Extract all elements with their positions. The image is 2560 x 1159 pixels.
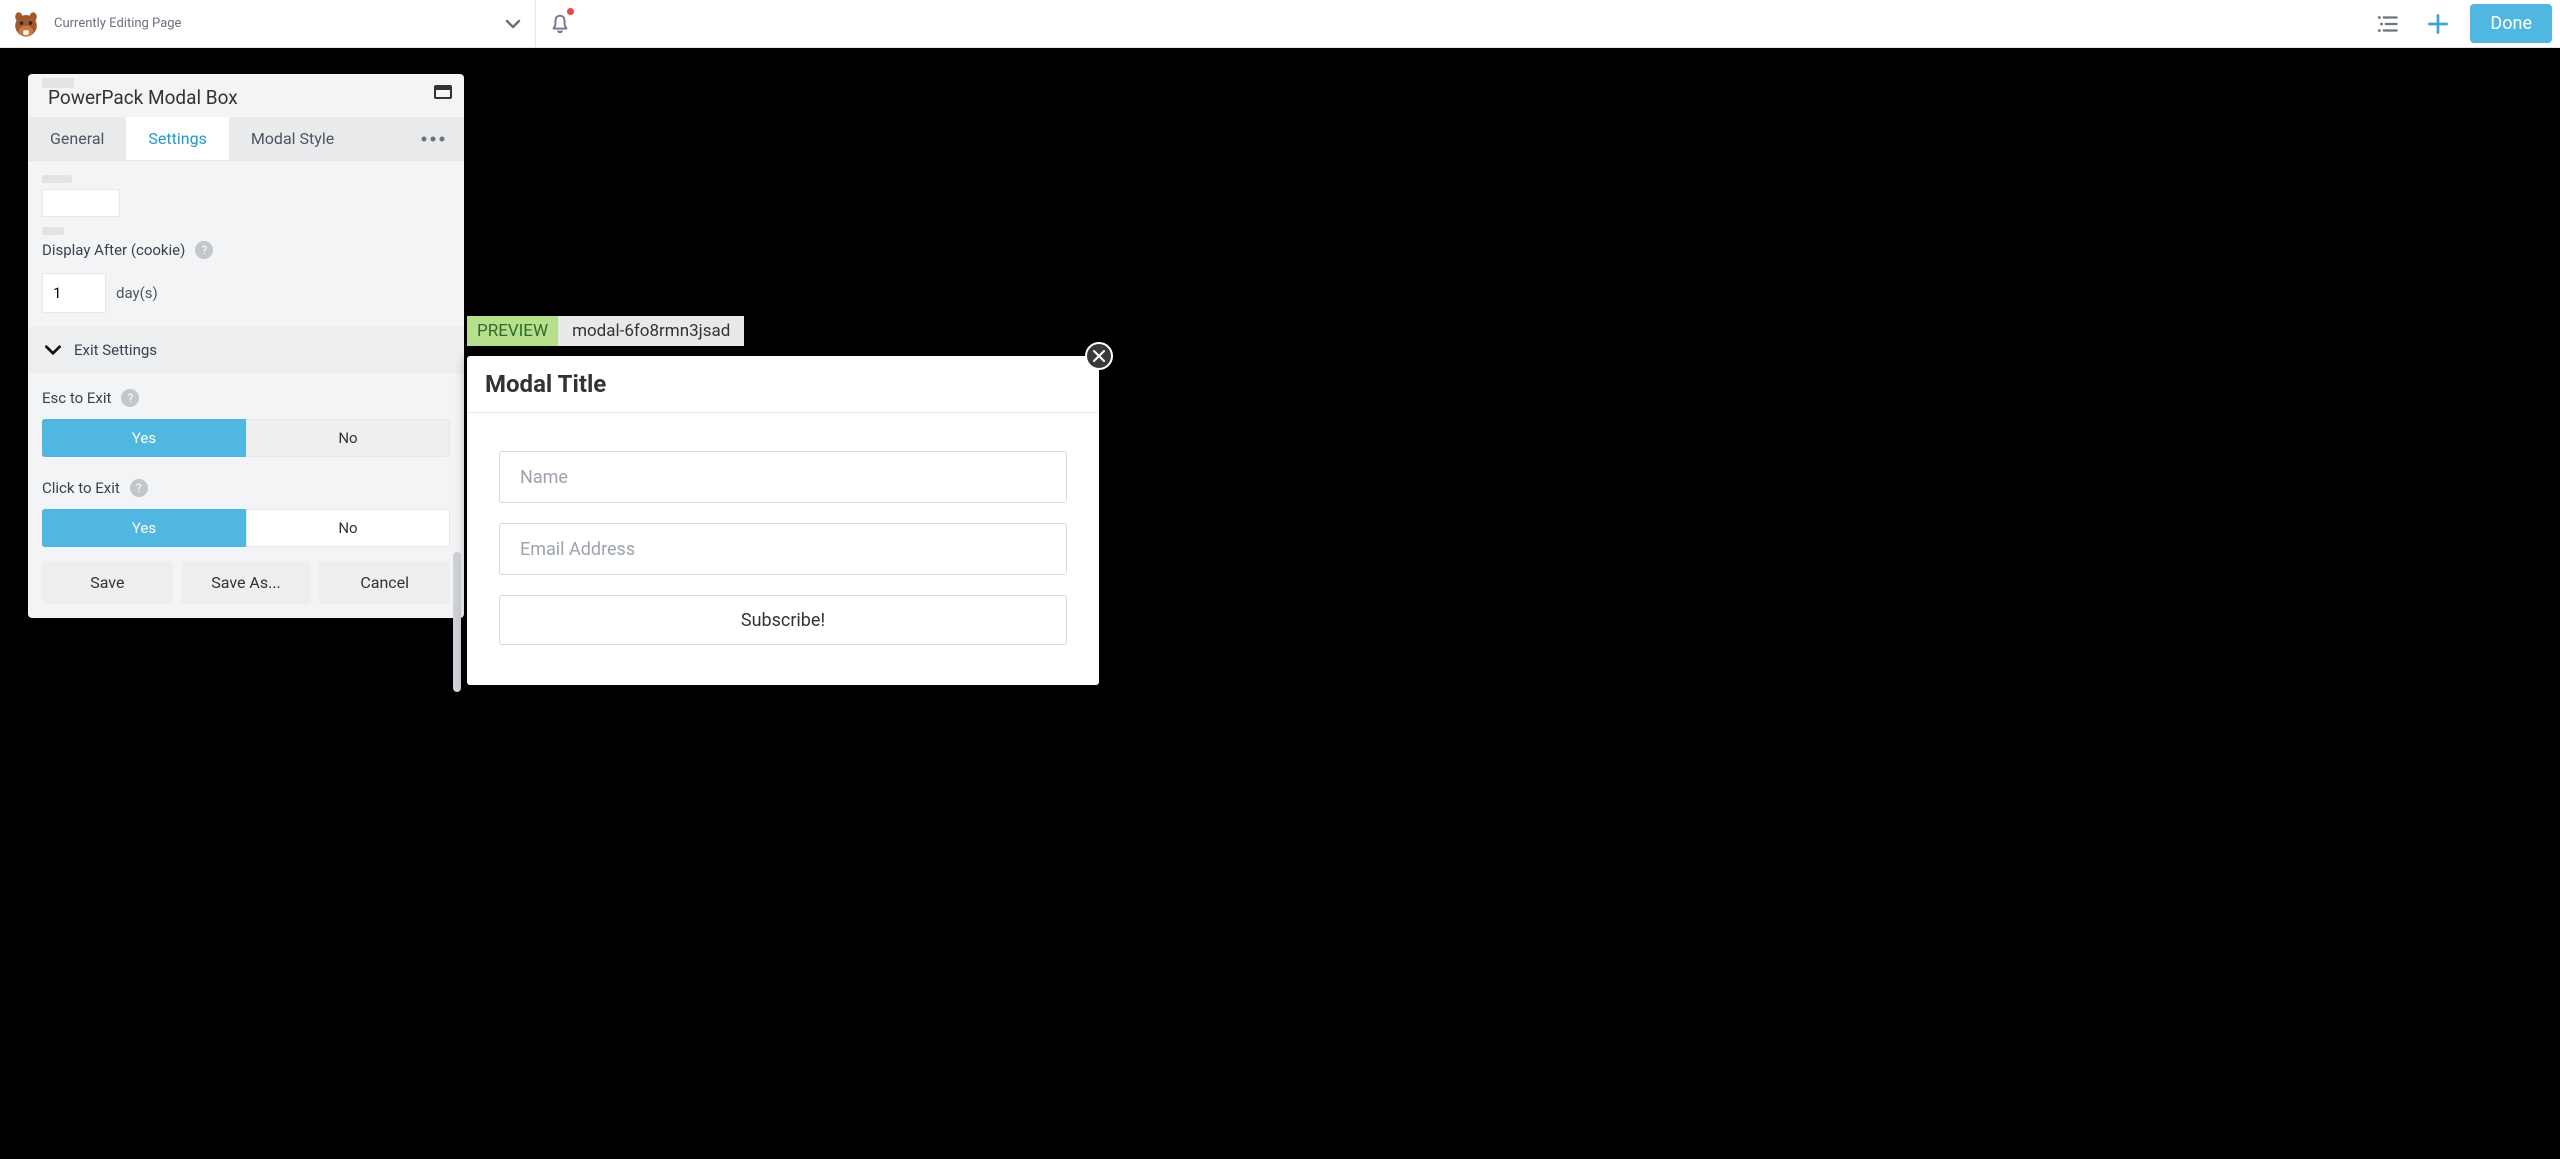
beaver-logo[interactable]: [6, 4, 46, 44]
esc-to-exit-row: Esc to Exit ?: [42, 389, 450, 407]
topbar: Currently Editing Page: [0, 0, 2560, 48]
display-after-input[interactable]: [42, 273, 106, 313]
display-after-label: Display After (cookie): [42, 241, 185, 259]
save-as-button[interactable]: Save As...: [181, 561, 312, 604]
save-button[interactable]: Save: [42, 561, 173, 604]
help-icon[interactable]: ?: [121, 389, 139, 407]
page-context-wrap: Currently Editing Page: [54, 16, 181, 31]
done-button[interactable]: Done: [2470, 4, 2552, 43]
outline-panel-button[interactable]: [2370, 6, 2406, 42]
cancel-button[interactable]: Cancel: [319, 561, 450, 604]
panel-body: Display After (cookie) ? day(s) Exit Set…: [28, 161, 464, 547]
esc-to-exit-toggle: Yes No: [42, 419, 450, 457]
esc-toggle-yes[interactable]: Yes: [42, 419, 246, 457]
exit-settings-section-toggle[interactable]: Exit Settings: [28, 327, 464, 373]
close-icon: [1092, 349, 1106, 363]
name-input[interactable]: [499, 451, 1067, 503]
chevron-down-icon: [42, 339, 64, 361]
more-horizontal-icon: [420, 135, 446, 143]
panel-footer: Save Save As... Cancel: [28, 547, 464, 618]
skeleton-field: [42, 189, 120, 217]
plus-icon: [2425, 11, 2451, 37]
tab-more-button[interactable]: [402, 135, 464, 143]
display-after-input-row: day(s): [42, 273, 450, 313]
page-context-label: Currently Editing Page: [54, 16, 181, 31]
help-icon[interactable]: ?: [195, 241, 213, 259]
page-dropdown-toggle[interactable]: [491, 0, 535, 48]
exit-settings-label: Exit Settings: [74, 341, 157, 359]
click-to-exit-toggle: Yes No: [42, 509, 450, 547]
chevron-down-icon: [503, 14, 523, 34]
modal-title: Modal Title: [485, 370, 1081, 398]
click-to-exit-row: Click to Exit ?: [42, 479, 450, 497]
add-content-button[interactable]: [2420, 6, 2456, 42]
click-toggle-no[interactable]: No: [246, 509, 450, 547]
panel-header: PowerPack Modal Box: [28, 74, 464, 117]
modal-header: Modal Title: [467, 356, 1099, 413]
display-after-row: Display After (cookie) ?: [42, 241, 450, 259]
tab-settings[interactable]: Settings: [126, 117, 228, 160]
notification-indicator-dot: [567, 8, 574, 15]
esc-to-exit-label: Esc to Exit: [42, 389, 111, 407]
outline-icon: [2375, 11, 2401, 37]
preview-tag: PREVIEW modal-6fo8rmn3jsad: [467, 316, 744, 346]
scrollbar-thumb[interactable]: [453, 552, 461, 692]
topbar-right: Done: [2370, 4, 2560, 43]
modal-preview: Modal Title Subscribe!: [467, 356, 1099, 685]
skeleton-bar: [42, 227, 64, 235]
topbar-left: Currently Editing Page: [0, 0, 584, 48]
help-icon[interactable]: ?: [130, 479, 148, 497]
esc-toggle-no[interactable]: No: [246, 419, 450, 457]
bell-icon: [549, 13, 571, 35]
panel-title: PowerPack Modal Box: [44, 86, 238, 109]
panel-tabs: General Settings Modal Style: [28, 117, 464, 161]
click-to-exit-label: Click to Exit: [42, 479, 120, 497]
subscribe-button[interactable]: Subscribe!: [499, 595, 1067, 645]
skeleton-bar: [42, 78, 74, 88]
modal-body: Subscribe!: [467, 413, 1099, 685]
panel-expand-button[interactable]: [434, 84, 452, 103]
modal-close-button[interactable]: [1085, 342, 1113, 370]
skeleton-bar: [42, 175, 72, 183]
preview-id: modal-6fo8rmn3jsad: [558, 316, 744, 346]
preview-badge: PREVIEW: [467, 316, 558, 346]
notifications-button[interactable]: [536, 0, 584, 48]
window-icon: [434, 85, 452, 99]
settings-panel: PowerPack Modal Box General Settings Mod…: [28, 74, 464, 618]
tab-modal-style[interactable]: Modal Style: [229, 117, 356, 160]
click-toggle-yes[interactable]: Yes: [42, 509, 246, 547]
email-input[interactable]: [499, 523, 1067, 575]
display-after-unit: day(s): [116, 284, 158, 302]
tab-general[interactable]: General: [28, 117, 126, 160]
